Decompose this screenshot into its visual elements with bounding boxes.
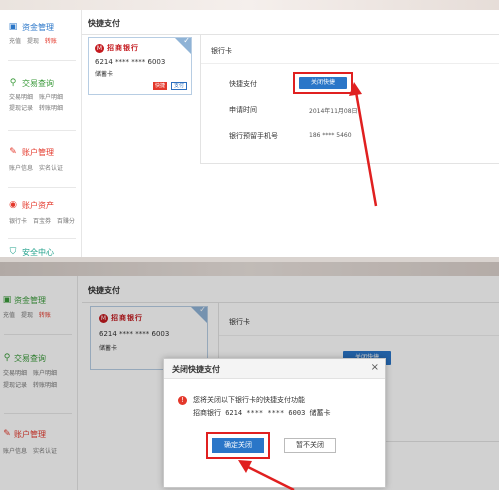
annotation-arrow xyxy=(238,460,295,490)
screenshot-panel-after: ▣ 资金管理 充值 提现 转账 ⚲ 交易查询 交易明细 账户明细 提现记录 转账… xyxy=(0,262,499,490)
screenshot-panel-before: ▣ 资金管理 充值 提现 转账 ⚲ 交易查询 交易明细 账户明细 提现记录 转账… xyxy=(0,0,499,258)
annotation-arrow xyxy=(349,82,378,207)
